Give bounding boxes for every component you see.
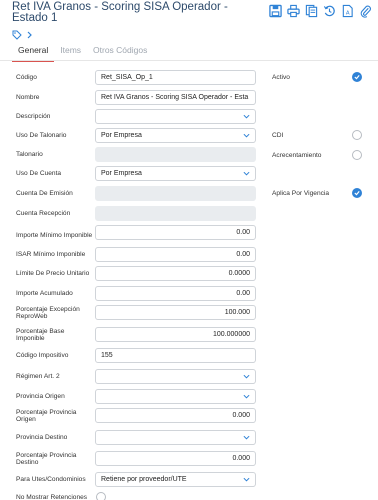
importe-minimo-field[interactable]: 0.00 bbox=[95, 225, 256, 240]
cdi-checkbox[interactable] bbox=[352, 130, 362, 140]
chevron-down-icon bbox=[243, 477, 250, 482]
porc-prov-origen-field[interactable]: 0.000 bbox=[95, 408, 256, 423]
codigo-value: Ret_SISA_Op_1 bbox=[101, 74, 153, 81]
aplica-vigencia-label: Aplica Por Vigencia bbox=[272, 189, 330, 197]
isar-minimo-field[interactable]: 0.00 bbox=[95, 247, 256, 262]
descripcion-select[interactable] bbox=[95, 109, 256, 124]
talonario-label: Talonario bbox=[16, 150, 43, 158]
activo-label: Activo bbox=[272, 73, 290, 81]
provincia-destino-select[interactable] bbox=[95, 430, 256, 445]
provincia-origen-select[interactable] bbox=[95, 389, 256, 404]
isar-minimo-value: 0.00 bbox=[236, 251, 250, 258]
porc-prov-origen-value: 0.000 bbox=[232, 412, 250, 419]
limite-precio-field[interactable]: 0.0000 bbox=[95, 266, 256, 281]
document-icon[interactable]: A bbox=[341, 4, 354, 18]
cuenta-recepcion-label: Cuenta Recepción bbox=[16, 209, 71, 217]
porc-excepcion-field[interactable]: 100.000 bbox=[95, 305, 256, 320]
descripcion-label: Descripción bbox=[16, 112, 51, 120]
para-utes-select[interactable]: Retiene por proveedor/UTE bbox=[95, 472, 256, 487]
para-utes-value: Retiene por proveedor/UTE bbox=[101, 476, 187, 483]
tag-row[interactable] bbox=[12, 30, 35, 40]
uso-talonario-value: Por Empresa bbox=[101, 132, 142, 139]
no-mostrar-checkbox[interactable] bbox=[96, 492, 106, 500]
page-title: Ret IVA Granos - Scoring SISA Operador -… bbox=[12, 1, 228, 24]
nombre-field[interactable]: Ret IVA Granos - Scoring SISA Operador -… bbox=[95, 90, 256, 105]
codigo-impositivo-value: 155 bbox=[101, 352, 113, 359]
activo-checkbox[interactable] bbox=[352, 72, 362, 82]
tag-icon[interactable] bbox=[12, 30, 22, 40]
codigo-impositivo-field[interactable]: 155 bbox=[95, 348, 256, 363]
chevron-right-icon[interactable] bbox=[25, 30, 35, 40]
aplica-vigencia-checkbox[interactable] bbox=[352, 188, 362, 198]
tab-items[interactable]: Items bbox=[54, 42, 87, 62]
save-icon[interactable] bbox=[269, 4, 282, 18]
importe-acumulado-value: 0.00 bbox=[236, 290, 250, 297]
cuenta-emision-label: Cuenta De Emisión bbox=[16, 189, 73, 197]
limite-precio-value: 0.0000 bbox=[228, 270, 250, 277]
isar-minimo-label: ISAR Mínimo Imponible bbox=[16, 250, 86, 258]
chevron-down-icon bbox=[243, 435, 250, 440]
codigo-label: Código bbox=[16, 73, 37, 81]
cuenta-emision-field bbox=[95, 186, 256, 201]
copy-icon[interactable] bbox=[305, 4, 318, 18]
acrecentamiento-checkbox[interactable] bbox=[352, 150, 362, 160]
porc-excepcion-label: Porcentaje Excepción ReproWeb bbox=[16, 306, 80, 320]
chevron-down-icon bbox=[243, 171, 250, 176]
tab-bar: General Items Otros Códigos bbox=[12, 42, 153, 62]
cuenta-recepcion-field bbox=[95, 206, 256, 221]
porc-prov-destino-value: 0.000 bbox=[232, 455, 250, 462]
tab-divider bbox=[0, 60, 378, 61]
provincia-destino-label: Provincia Destino bbox=[16, 433, 68, 441]
porc-prov-origen-label: Porcentaje Provincia Origen bbox=[16, 409, 77, 423]
uso-talonario-select[interactable]: Por Empresa bbox=[95, 128, 256, 143]
cdi-label: CDI bbox=[272, 131, 284, 139]
provincia-origen-label: Provincia Origen bbox=[16, 392, 65, 400]
nombre-value: Ret IVA Granos - Scoring SISA Operador -… bbox=[101, 94, 249, 101]
print-icon[interactable] bbox=[287, 4, 300, 18]
limite-precio-label: Límite De Precio Unitario bbox=[16, 269, 90, 277]
tab-otros-codigos[interactable]: Otros Códigos bbox=[87, 42, 153, 62]
porc-base-value: 100.000000 bbox=[213, 331, 250, 338]
uso-talonario-label: Uso De Talonario bbox=[16, 131, 67, 139]
codigo-field[interactable]: Ret_SISA_Op_1 bbox=[95, 70, 256, 85]
toolbar: A bbox=[269, 4, 372, 18]
porc-excepcion-value: 100.000 bbox=[224, 309, 250, 316]
attach-icon[interactable] bbox=[359, 4, 372, 18]
history-icon[interactable] bbox=[323, 4, 336, 18]
regimen-label: Régimen Art. 2 bbox=[16, 372, 60, 380]
check-icon bbox=[354, 75, 360, 80]
importe-acumulado-field[interactable]: 0.00 bbox=[95, 286, 256, 301]
importe-minimo-value: 0.00 bbox=[236, 229, 250, 236]
para-utes-label: Para Utes/Condominios bbox=[16, 475, 86, 483]
no-mostrar-label: No Mostrar Retenciones bbox=[16, 493, 88, 500]
uso-cuenta-value: Por Empresa bbox=[101, 170, 142, 177]
nombre-label: Nombre bbox=[16, 93, 40, 101]
chevron-down-icon bbox=[243, 114, 250, 119]
chevron-down-icon bbox=[243, 394, 250, 399]
uso-cuenta-select[interactable]: Por Empresa bbox=[95, 166, 256, 181]
chevron-down-icon bbox=[243, 374, 250, 379]
check-icon bbox=[354, 191, 360, 196]
porc-prov-destino-field[interactable]: 0.000 bbox=[95, 451, 256, 466]
acrecentamiento-label: Acrecentamiento bbox=[272, 151, 322, 159]
importe-minimo-label: Importe Mínimo Imponible bbox=[16, 231, 93, 239]
chevron-down-icon bbox=[243, 133, 250, 138]
tab-general[interactable]: General bbox=[12, 42, 55, 62]
porc-prov-destino-label: Porcentaje Provincia Destino bbox=[16, 452, 77, 466]
uso-cuenta-label: Uso De Cuenta bbox=[16, 169, 62, 177]
codigo-impositivo-label: Código Impositivo bbox=[16, 351, 69, 359]
regimen-select[interactable] bbox=[95, 369, 256, 384]
porc-base-field[interactable]: 100.000000 bbox=[95, 327, 256, 342]
svg-text:A: A bbox=[346, 11, 350, 17]
talonario-field bbox=[95, 147, 256, 162]
importe-acumulado-label: Importe Acumulado bbox=[16, 289, 73, 297]
porc-base-label: Porcentaje Base Imponible bbox=[16, 328, 65, 342]
